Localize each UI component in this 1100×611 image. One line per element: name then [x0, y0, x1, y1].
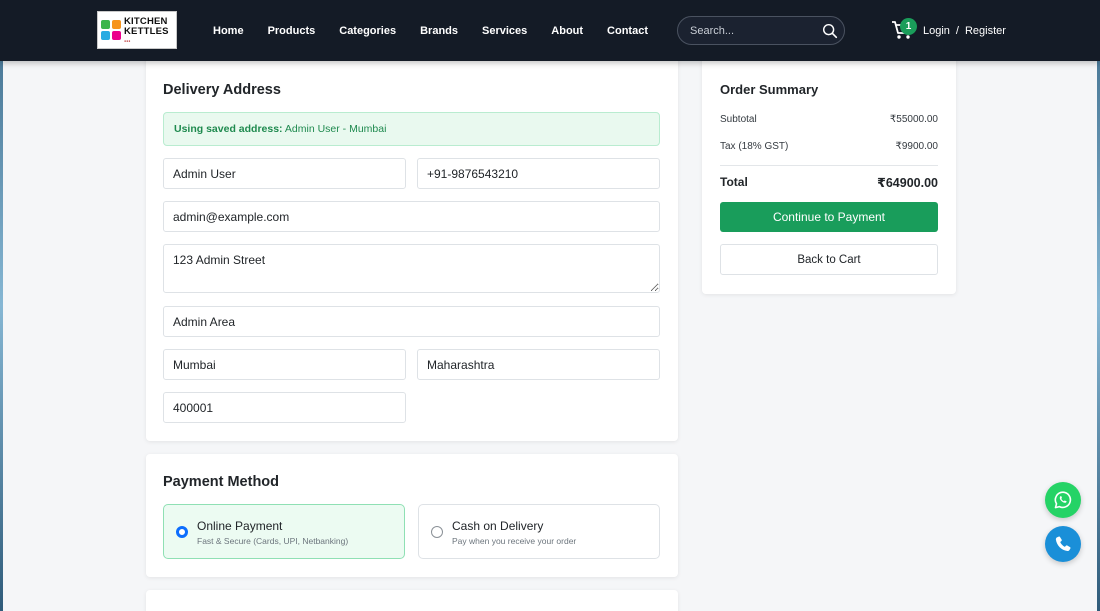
order-summary-card: Order Summary Subtotal ₹55000.00 Tax (18…: [702, 54, 956, 294]
city-field[interactable]: [163, 349, 406, 380]
total-value: ₹64900.00: [877, 176, 938, 190]
pincode-field[interactable]: [163, 392, 406, 423]
search-box: [677, 16, 845, 45]
continue-to-payment-button[interactable]: Continue to Payment: [720, 202, 938, 232]
brand-logo[interactable]: KITCHEN KETTLES ●●●: [97, 11, 177, 49]
whatsapp-button[interactable]: [1045, 482, 1081, 518]
logo-tagline-mark: ●●●: [124, 39, 131, 43]
logo-line-2: KETTLES: [124, 26, 169, 37]
cod-label: Cash on Delivery: [452, 519, 544, 533]
nav-contact[interactable]: Contact: [607, 25, 648, 37]
login-link[interactable]: Login: [923, 25, 950, 37]
address-field[interactable]: 123 Admin Street: [163, 244, 660, 293]
online-payment-label: Online Payment: [197, 519, 283, 533]
auth-links: Login / Register: [923, 0, 1006, 61]
search-icon[interactable]: [821, 22, 839, 40]
phone-call-button[interactable]: [1045, 526, 1081, 562]
left-edge: [0, 0, 3, 611]
nav-home[interactable]: Home: [213, 25, 244, 37]
name-field[interactable]: [163, 158, 406, 189]
cart-count-badge: 1: [900, 18, 917, 35]
online-payment-sub: Fast & Secure (Cards, UPI, Netbanking): [197, 536, 349, 546]
email-field[interactable]: [163, 201, 660, 232]
logo-tile-blue: [101, 31, 110, 40]
phone-icon: [1055, 536, 1071, 552]
subtotal-label: Subtotal: [720, 114, 757, 125]
total-row: Total ₹64900.00: [720, 175, 938, 190]
logo-tiles-icon: [101, 20, 121, 40]
subtotal-row: Subtotal ₹55000.00: [720, 114, 938, 125]
subtotal-value: ₹55000.00: [889, 114, 938, 125]
cod-sub: Pay when you receive your order: [452, 536, 577, 546]
payment-method-card: Payment Method Online Payment Fast & Sec…: [146, 454, 678, 577]
saved-address-value: Admin User - Mumbai: [284, 123, 387, 135]
logo-tile-green: [101, 20, 110, 29]
tax-value: ₹9900.00: [895, 141, 938, 152]
payment-option-cod[interactable]: Cash on Delivery Pay when you receive yo…: [418, 504, 660, 559]
site-header: KITCHEN KETTLES ●●● Home Products Catego…: [0, 0, 1100, 61]
total-label: Total: [720, 175, 748, 189]
tax-label: Tax (18% GST): [720, 141, 789, 152]
nav-categories[interactable]: Categories: [339, 25, 396, 37]
nav-about[interactable]: About: [551, 25, 583, 37]
cod-radio[interactable]: [431, 526, 443, 538]
payment-title: Payment Method: [163, 474, 280, 490]
state-field[interactable]: [417, 349, 660, 380]
nav-products[interactable]: Products: [268, 25, 316, 37]
delivery-address-card: Delivery Address Using saved address: Ad…: [146, 54, 678, 441]
register-link[interactable]: Register: [965, 25, 1006, 37]
summary-title: Order Summary: [720, 82, 819, 97]
online-payment-radio[interactable]: [176, 526, 188, 538]
whatsapp-icon: [1054, 491, 1072, 509]
next-section-card: [146, 590, 678, 611]
back-to-cart-button[interactable]: Back to Cart: [720, 244, 938, 275]
nav-brands[interactable]: Brands: [420, 25, 458, 37]
delivery-title: Delivery Address: [163, 82, 281, 98]
logo-tile-pink: [112, 31, 121, 40]
tax-row: Tax (18% GST) ₹9900.00: [720, 141, 938, 152]
main-nav: Home Products Categories Brands Services…: [213, 0, 672, 61]
phone-field[interactable]: [417, 158, 660, 189]
search-input[interactable]: [690, 23, 818, 39]
auth-separator: /: [955, 24, 959, 37]
logo-wordmark: KITCHEN KETTLES ●●●: [124, 17, 169, 44]
nav-services[interactable]: Services: [482, 25, 527, 37]
summary-divider: [720, 165, 938, 166]
logo-tile-orange: [112, 20, 121, 29]
saved-address-prefix: Using saved address:: [174, 123, 283, 135]
saved-address-alert: Using saved address: Admin User - Mumbai: [163, 112, 660, 146]
area-field[interactable]: [163, 306, 660, 337]
payment-option-online[interactable]: Online Payment Fast & Secure (Cards, UPI…: [163, 504, 405, 559]
